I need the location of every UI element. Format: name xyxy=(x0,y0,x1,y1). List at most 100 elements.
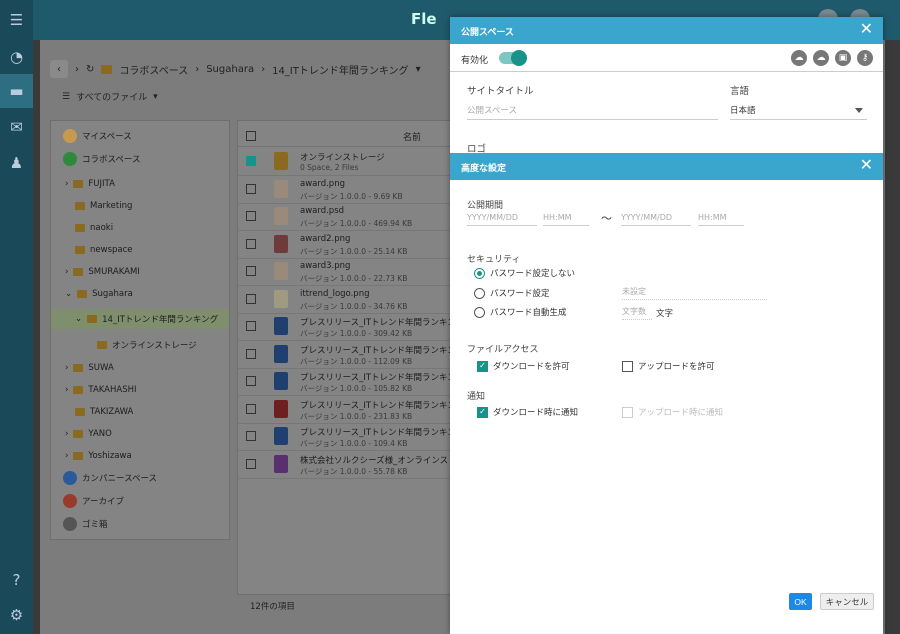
enable-toggle[interactable] xyxy=(499,50,527,66)
table-row[interactable]: ittrend_logo.png バージョン 1.0.0.0 - 34.76 KB xyxy=(238,286,453,314)
table-row[interactable]: プレスリリース_ITトレンド年間ランキング バージョン 1.0.0.0 - 309… xyxy=(238,313,464,341)
key-icon[interactable]: ⚷ xyxy=(857,50,873,66)
file-name[interactable]: プレスリリース_ITトレンド年間ランキング xyxy=(300,344,464,356)
table-row[interactable]: プレスリリース_ITトレンド年間ランキング バージョン 1.0.0.0 - 231… xyxy=(238,396,464,424)
file-name[interactable]: award.psd xyxy=(300,206,344,216)
start-time-input[interactable] xyxy=(543,210,589,226)
user-icon[interactable]: ♟ xyxy=(0,146,33,180)
tree-item[interactable]: オンラインストレージ xyxy=(97,339,197,351)
chevron-right-icon[interactable]: › xyxy=(65,179,68,189)
back-icon[interactable]: ‹ xyxy=(50,60,68,78)
chevron-right-icon[interactable]: › xyxy=(65,429,68,439)
notify-download-checkbox[interactable]: ✓ ダウンロード時に通知 xyxy=(477,406,578,418)
table-row[interactable]: award.psd バージョン 1.0.0.0 - 469.94 KB xyxy=(238,203,453,231)
filter-dropdown[interactable]: ☰ すべてのファイル ▾ xyxy=(62,90,158,104)
tree-item[interactable]: newspace xyxy=(75,245,133,255)
breadcrumb-item[interactable]: コラボスペース xyxy=(119,62,188,77)
tree-item[interactable]: Marketing xyxy=(75,201,132,211)
row-checkbox[interactable] xyxy=(246,266,256,276)
refresh-icon[interactable]: ↻ xyxy=(86,64,94,75)
table-row[interactable]: 株式会社ソルクシーズ様_オンラインストレージ バージョン 1.0.0.0 - 55… xyxy=(238,451,482,479)
dashboard-icon[interactable]: ◔ xyxy=(0,40,33,74)
cloud-download-icon[interactable]: ☁ xyxy=(791,50,807,66)
mail-icon[interactable]: ✉ xyxy=(0,110,33,144)
table-row[interactable]: award3.png バージョン 1.0.0.0 - 22.73 KB xyxy=(238,258,453,286)
radio-auto-password[interactable]: パスワード自動生成 xyxy=(474,306,567,318)
chevron-right-icon[interactable]: › xyxy=(65,385,68,395)
table-row[interactable]: award2.png バージョン 1.0.0.0 - 25.14 KB xyxy=(238,231,453,259)
folder-icon[interactable]: ▬ xyxy=(0,74,33,108)
breadcrumb-item[interactable]: Sugahara xyxy=(206,64,254,75)
file-name[interactable]: プレスリリース_ITトレンド年間ランキング xyxy=(300,399,464,411)
table-row[interactable]: オンラインストレージ 0 Space, 2 Files xyxy=(238,148,453,176)
file-name[interactable]: プレスリリース_ITトレンド年間ランキング xyxy=(300,316,464,328)
table-row[interactable]: プレスリリース_ITトレンド年間ランキング バージョン 1.0.0.0 - 112… xyxy=(238,341,464,369)
file-name[interactable]: プレスリリース_ITトレンド年間ランキング xyxy=(300,426,464,438)
end-date-input[interactable] xyxy=(621,210,691,226)
close-icon[interactable]: ✕ xyxy=(860,21,873,37)
row-checkbox[interactable] xyxy=(246,431,256,441)
row-checkbox[interactable] xyxy=(246,156,256,166)
site-title-input[interactable] xyxy=(467,102,718,120)
select-all-checkbox[interactable] xyxy=(246,131,256,141)
tree-item[interactable]: アーカイブ xyxy=(63,494,124,508)
file-name[interactable]: award.png xyxy=(300,179,345,189)
table-row[interactable]: プレスリリース_ITトレンド年間ランキング バージョン 1.0.0.0 - 109… xyxy=(238,423,464,451)
close-icon[interactable]: ✕ xyxy=(860,157,873,173)
row-checkbox[interactable] xyxy=(246,211,256,221)
tree-item[interactable]: コラボスペース xyxy=(63,152,140,166)
file-name[interactable]: プレスリリース_ITトレンド年間ランキング xyxy=(300,371,464,383)
tree-item[interactable]: › SMURAKAMI xyxy=(65,267,140,277)
radio-no-password[interactable]: パスワード設定しない xyxy=(474,267,575,279)
file-name[interactable]: オンラインストレージ xyxy=(300,151,385,163)
chevron-right-icon[interactable]: › xyxy=(65,363,68,373)
tree-item[interactable]: TAKIZAWA xyxy=(75,407,133,417)
tree-item[interactable]: › FUJITA xyxy=(65,179,115,189)
tree-item[interactable]: ゴミ箱 xyxy=(63,517,108,531)
column-header-name[interactable]: 名前 xyxy=(403,130,421,143)
chevron-down-icon[interactable]: ⌄ xyxy=(65,289,72,299)
end-time-input[interactable] xyxy=(698,210,744,226)
tree-item[interactable]: › TAKAHASHI xyxy=(65,385,137,395)
password-length-input[interactable] xyxy=(622,304,652,320)
cloud-upload-icon[interactable]: ☁ xyxy=(813,50,829,66)
password-input[interactable] xyxy=(622,284,767,300)
tree-item[interactable]: マイスペース xyxy=(63,129,132,143)
radio-password[interactable]: パスワード設定 xyxy=(474,287,550,299)
language-select[interactable]: 日本語 xyxy=(730,102,867,120)
tree-item[interactable]: naoki xyxy=(75,223,113,233)
tree-item[interactable]: › Yoshizawa xyxy=(65,451,132,461)
tree-item[interactable]: › SUWA xyxy=(65,363,114,373)
tree-item[interactable]: › YANO xyxy=(65,429,112,439)
chevron-right-icon[interactable]: › xyxy=(65,451,68,461)
table-row[interactable]: award.png バージョン 1.0.0.0 - 9.69 KB xyxy=(238,176,453,204)
gear-icon[interactable]: ⚙ xyxy=(0,598,33,632)
help-icon[interactable]: ? xyxy=(0,563,33,597)
file-name[interactable]: ittrend_logo.png xyxy=(300,289,370,299)
cancel-button[interactable]: キャンセル xyxy=(820,593,874,610)
table-row[interactable]: プレスリリース_ITトレンド年間ランキング バージョン 1.0.0.0 - 105… xyxy=(238,368,464,396)
row-checkbox[interactable] xyxy=(246,458,256,469)
tree-item[interactable]: ⌄ Sugahara xyxy=(65,289,133,299)
menu-icon[interactable]: ☰ xyxy=(0,3,33,37)
chevron-down-icon[interactable]: ▾ xyxy=(416,64,421,75)
file-name[interactable]: award3.png xyxy=(300,261,350,271)
breadcrumb-item[interactable]: 14_ITトレンド年間ランキング xyxy=(272,62,408,77)
file-name[interactable]: award2.png xyxy=(300,234,350,244)
tree-item[interactable]: カンパニースペース xyxy=(63,471,157,485)
save-icon[interactable]: ▣ xyxy=(835,50,851,66)
tree-item[interactable]: ⌄ 14_ITトレンド年間ランキング xyxy=(75,313,218,325)
ok-button[interactable]: OK xyxy=(789,593,812,610)
chevron-right-icon[interactable]: › xyxy=(65,267,68,277)
forward-icon[interactable]: › xyxy=(75,64,79,75)
row-checkbox[interactable] xyxy=(246,238,256,249)
start-date-input[interactable] xyxy=(467,210,537,226)
allow-download-checkbox[interactable]: ✓ ダウンロードを許可 xyxy=(477,360,570,372)
row-checkbox[interactable] xyxy=(246,348,256,359)
row-checkbox[interactable] xyxy=(246,293,256,304)
allow-upload-checkbox[interactable]: アップロードを許可 xyxy=(622,360,715,372)
row-checkbox[interactable] xyxy=(246,403,256,414)
row-checkbox[interactable] xyxy=(246,183,256,194)
row-checkbox[interactable] xyxy=(246,321,256,331)
row-checkbox[interactable] xyxy=(246,376,256,386)
